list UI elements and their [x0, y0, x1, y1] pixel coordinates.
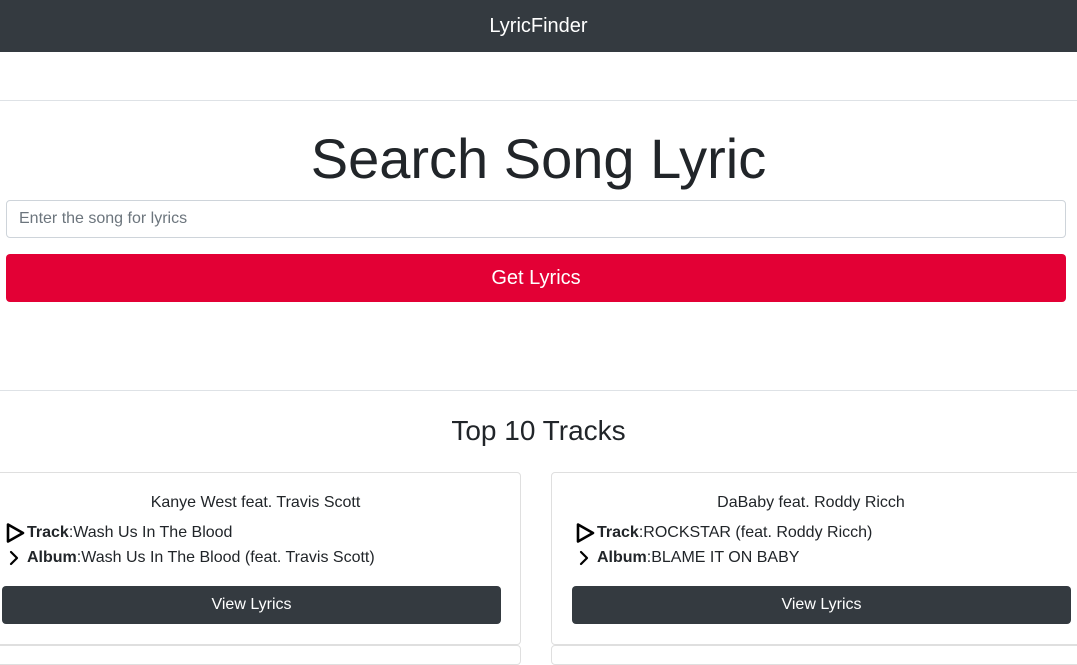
track-label: Track [597, 524, 639, 541]
get-lyrics-button[interactable]: Get Lyrics [6, 254, 1066, 302]
track-card [551, 645, 1077, 665]
view-lyrics-button[interactable]: View Lyrics [2, 586, 501, 624]
track-card: Kanye West feat. Travis Scott Track: Wash… [0, 472, 521, 645]
track-name: ROCKSTAR (feat. Roddy Ricch) [643, 524, 873, 541]
search-input[interactable] [6, 200, 1066, 238]
album-row: Album: Wash Us In The Blood (feat. Travis… [5, 548, 375, 568]
track-card: DaBaby feat. Roddy Ricch Track: ROCKSTAR … [551, 472, 1077, 645]
album-label: Album [597, 549, 647, 566]
album-name: Wash Us In The Blood (feat. Travis Scott… [81, 549, 375, 566]
chevron-right-icon [5, 548, 27, 568]
navbar: LyricFinder [0, 0, 1077, 52]
track-row: Track: ROCKSTAR (feat. Roddy Ricch) [575, 523, 872, 543]
divider-bottom [0, 390, 1077, 391]
view-lyrics-button[interactable]: View Lyrics [572, 586, 1071, 624]
play-icon [5, 523, 27, 543]
divider-top [0, 100, 1077, 101]
brand-logo[interactable]: LyricFinder [489, 14, 587, 38]
chevron-right-icon [575, 548, 597, 568]
section-title: Top 10 Tracks [451, 415, 626, 446]
track-row: Track: Wash Us In The Blood [5, 523, 232, 543]
album-label: Album [27, 549, 77, 566]
play-icon [575, 523, 597, 543]
page-title: Search Song Lyric [310, 127, 767, 190]
track-label: Track [27, 524, 69, 541]
track-name: Wash Us In The Blood [73, 524, 233, 541]
track-card [0, 645, 521, 665]
card-artist: Kanye West feat. Travis Scott [150, 494, 361, 511]
album-row: Album: BLAME IT ON BABY [575, 548, 799, 568]
card-artist: DaBaby feat. Roddy Ricch [717, 494, 905, 511]
album-name: BLAME IT ON BABY [651, 549, 800, 566]
